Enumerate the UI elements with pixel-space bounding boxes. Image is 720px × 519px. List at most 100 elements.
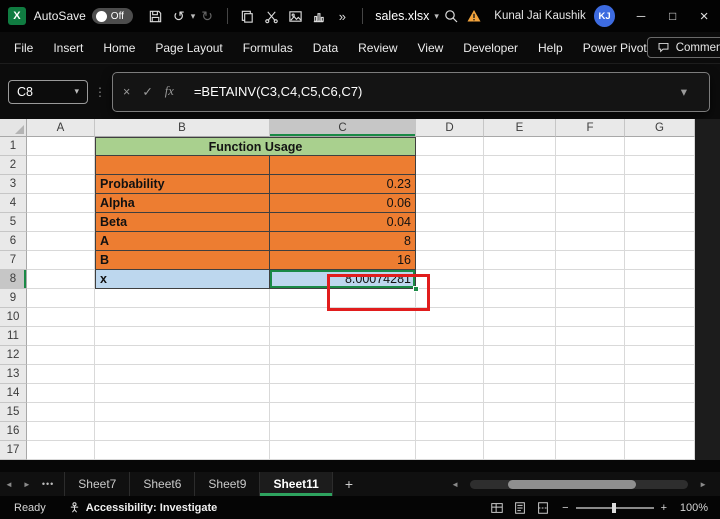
cell-D17[interactable] (416, 441, 484, 460)
column-header-C[interactable]: C (270, 119, 416, 137)
cell-A2[interactable] (27, 156, 95, 175)
cell-G6[interactable] (625, 232, 695, 251)
cell-D7[interactable] (416, 251, 484, 270)
cell-B10[interactable] (95, 308, 270, 327)
menu-item-formulas[interactable]: Formulas (243, 41, 293, 55)
row-header-17[interactable]: 17 (0, 441, 27, 460)
row-header-15[interactable]: 15 (0, 403, 27, 422)
cell-A17[interactable] (27, 441, 95, 460)
cell-B7[interactable]: B (95, 251, 270, 270)
cell-F14[interactable] (556, 384, 625, 403)
cell-E12[interactable] (484, 346, 556, 365)
cell-B13[interactable] (95, 365, 270, 384)
namebox-dropdown-icon[interactable]: ▾ (74, 86, 79, 97)
cell-B3[interactable]: Probability (95, 175, 270, 194)
save-icon[interactable] (143, 4, 167, 28)
autosave-toggle[interactable]: Off (91, 8, 134, 24)
row-header-8[interactable]: 8 (0, 270, 27, 289)
cell-A13[interactable] (27, 365, 95, 384)
cell-B8[interactable]: x (95, 270, 270, 289)
zoom-slider-thumb[interactable] (611, 502, 616, 513)
formula-input[interactable]: × ✓ fx =BETAINV(C3,C4,C5,C6,C7) ▾ (112, 71, 710, 112)
row-header-12[interactable]: 12 (0, 346, 27, 365)
add-sheet-button[interactable]: + (333, 476, 365, 492)
cell-C13[interactable] (270, 365, 416, 384)
cell-E2[interactable] (484, 156, 556, 175)
namebox-resize-icon[interactable]: ⋮ (94, 85, 106, 99)
cell-D14[interactable] (416, 384, 484, 403)
cell-E9[interactable] (484, 289, 556, 308)
horizontal-scrollbar[interactable]: ◄ ► (446, 479, 712, 489)
cell-A12[interactable] (27, 346, 95, 365)
row-header-4[interactable]: 4 (0, 194, 27, 213)
chart-icon[interactable] (307, 4, 331, 28)
cell-E16[interactable] (484, 422, 556, 441)
cell-D4[interactable] (416, 194, 484, 213)
cell-B5[interactable]: Beta (95, 213, 270, 232)
cell-F17[interactable] (556, 441, 625, 460)
menu-item-file[interactable]: File (14, 41, 33, 55)
cell-A14[interactable] (27, 384, 95, 403)
menu-item-page-layout[interactable]: Page Layout (155, 41, 222, 55)
cell-D1[interactable] (416, 137, 484, 156)
cell-A9[interactable] (27, 289, 95, 308)
normal-view-icon[interactable] (490, 501, 504, 515)
cell-F5[interactable] (556, 213, 625, 232)
cell-B16[interactable] (95, 422, 270, 441)
cell-A10[interactable] (27, 308, 95, 327)
cell-E5[interactable] (484, 213, 556, 232)
row-header-1[interactable]: 1 (0, 137, 27, 156)
cell-F13[interactable] (556, 365, 625, 384)
cell-D11[interactable] (416, 327, 484, 346)
cell-A1[interactable] (27, 137, 95, 156)
cell-G8[interactable] (625, 270, 695, 289)
row-header-14[interactable]: 14 (0, 384, 27, 403)
copy-icon[interactable] (236, 4, 260, 28)
cell-G13[interactable] (625, 365, 695, 384)
cell-C7[interactable]: 16 (270, 251, 416, 270)
row-header-2[interactable]: 2 (0, 156, 27, 175)
sheet-tab-sheet11[interactable]: Sheet11 (259, 472, 333, 496)
cell-G14[interactable] (625, 384, 695, 403)
menu-item-home[interactable]: Home (103, 41, 135, 55)
formula-bar-expand-icon[interactable]: ▾ (681, 84, 687, 99)
cell-F11[interactable] (556, 327, 625, 346)
cell-F4[interactable] (556, 194, 625, 213)
workbook-filename[interactable]: sales.xlsx (375, 9, 429, 23)
cell-D15[interactable] (416, 403, 484, 422)
cell-G12[interactable] (625, 346, 695, 365)
cell-B11[interactable] (95, 327, 270, 346)
menu-item-insert[interactable]: Insert (53, 41, 83, 55)
cell-C4[interactable]: 0.06 (270, 194, 416, 213)
cell-D13[interactable] (416, 365, 484, 384)
cell-E8[interactable] (484, 270, 556, 289)
cell-C15[interactable] (270, 403, 416, 422)
row-header-3[interactable]: 3 (0, 175, 27, 194)
cell-B9[interactable] (95, 289, 270, 308)
picture-icon[interactable] (283, 4, 307, 28)
zoom-in-icon[interactable]: + (661, 502, 667, 514)
cell-F6[interactable] (556, 232, 625, 251)
cell-D6[interactable] (416, 232, 484, 251)
maximize-button[interactable]: □ (657, 0, 689, 32)
cell-F2[interactable] (556, 156, 625, 175)
cell-G2[interactable] (625, 156, 695, 175)
sheet-tab-sheet9[interactable]: Sheet9 (194, 472, 259, 496)
minimize-button[interactable]: ─ (625, 0, 657, 32)
column-header-G[interactable]: G (625, 119, 695, 137)
user-name[interactable]: Kunal Jai Kaushik (494, 10, 585, 22)
column-header-B[interactable]: B (95, 119, 270, 137)
cell-A8[interactable] (27, 270, 95, 289)
cell-E14[interactable] (484, 384, 556, 403)
cell-C6[interactable]: 8 (270, 232, 416, 251)
column-header-E[interactable]: E (484, 119, 556, 137)
more-commands-icon[interactable]: » (331, 4, 355, 28)
cell-B1[interactable]: Function Usage (95, 137, 416, 156)
row-header-7[interactable]: 7 (0, 251, 27, 270)
cell-C5[interactable]: 0.04 (270, 213, 416, 232)
cell-G9[interactable] (625, 289, 695, 308)
row-header-13[interactable]: 13 (0, 365, 27, 384)
cell-D2[interactable] (416, 156, 484, 175)
cell-A7[interactable] (27, 251, 95, 270)
cell-G1[interactable] (625, 137, 695, 156)
